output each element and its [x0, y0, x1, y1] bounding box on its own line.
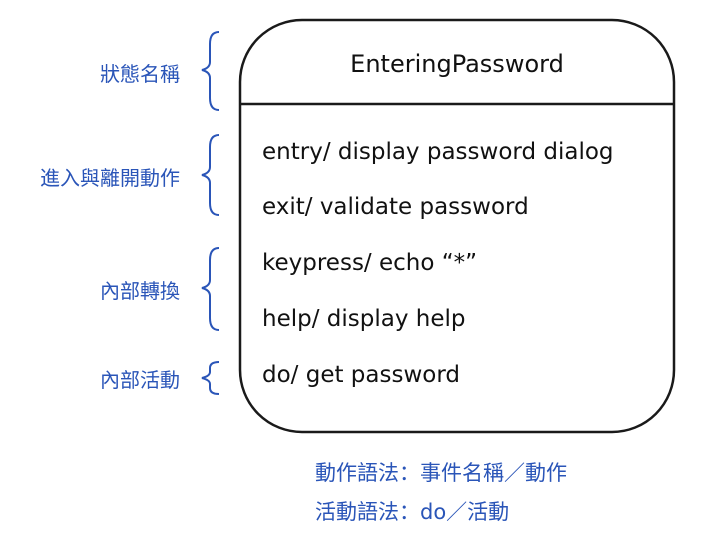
state-name: EnteringPassword	[350, 50, 564, 78]
brace-internal-activity	[201, 361, 220, 395]
brace-state-name	[201, 31, 220, 111]
help-action: help/ display help	[262, 306, 466, 332]
brace-entry-exit	[201, 134, 220, 216]
internal-transition-annotation: 內部轉換	[100, 279, 180, 303]
do-activity: do/ get password	[262, 362, 461, 388]
brace-internal-transition	[201, 247, 220, 331]
entry-exit-annotation: 進入與離開動作	[40, 166, 180, 190]
action-syntax-note: 動作語法：事件名稱／動作	[315, 461, 567, 485]
activity-syntax-note: 活動語法：do／活動	[315, 500, 510, 524]
state-name-annotation: 狀態名稱	[100, 62, 180, 86]
internal-activity-annotation: 內部活動	[100, 368, 180, 392]
keypress-action: keypress/ echo “*”	[262, 250, 478, 276]
entry-action: entry/ display password dialog	[262, 139, 614, 165]
exit-action: exit/ validate password	[262, 194, 529, 220]
